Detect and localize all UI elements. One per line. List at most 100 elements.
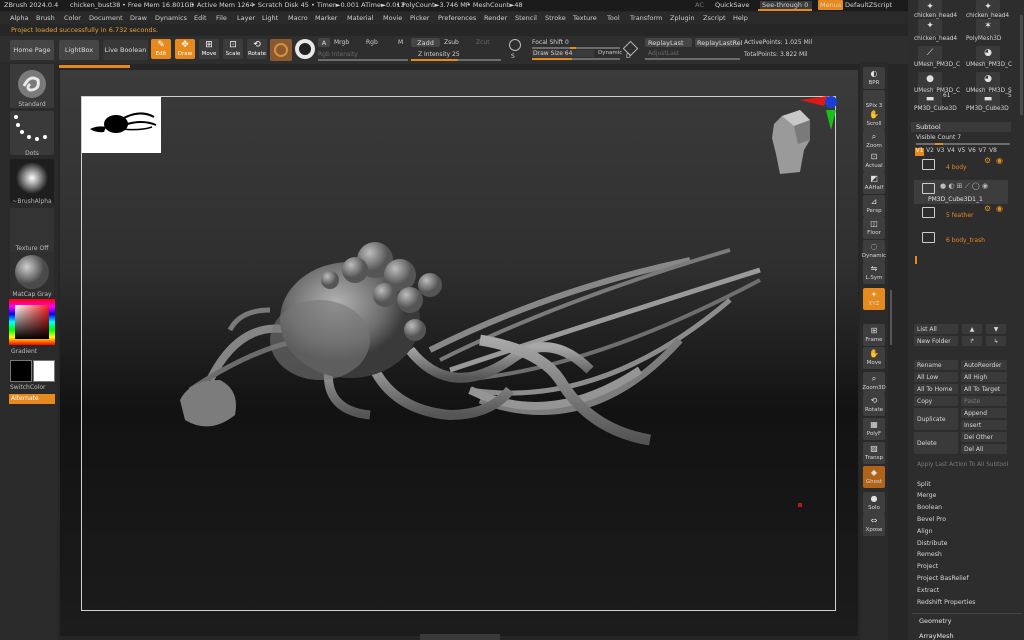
zoom-button[interactable]: ⌕ Zoom <box>863 130 885 152</box>
live-boolean-button[interactable]: Live Boolean <box>103 40 148 60</box>
eye-icon[interactable]: ◉ <box>996 204 1003 213</box>
subtool-controls-icon[interactable]: ● ◐ ⊞ ⟋ ◯ ◉ <box>940 182 988 191</box>
menu-render[interactable]: Render <box>484 14 507 22</box>
version-v4-button[interactable]: V4 <box>947 148 956 156</box>
copy-button[interactable]: Copy <box>914 396 958 406</box>
scale-button[interactable]: ⊡ Scale <box>223 39 243 59</box>
menu-document[interactable]: Document <box>89 14 123 22</box>
switchcolor-button[interactable]: SwitchColor <box>2 384 54 391</box>
section-align[interactable]: Align <box>914 526 1010 536</box>
zadd-button[interactable]: Zadd <box>411 38 440 47</box>
menus-button[interactable]: Menus <box>818 0 844 10</box>
right-shelf-scrollbar[interactable] <box>890 290 892 345</box>
aahalf-button[interactable]: ◩ AAHalf <box>863 172 885 194</box>
creature-model[interactable] <box>170 240 770 470</box>
zoom3d-button[interactable]: ⌕ Zoom3D <box>862 372 886 394</box>
rotate-button[interactable]: ⟲ Rotate <box>247 39 267 59</box>
subtool-item[interactable]: 6 body_trash <box>914 229 1008 247</box>
orientation-gizmo[interactable] <box>764 94 840 178</box>
palette-scrollbar[interactable] <box>1020 15 1023 115</box>
a-button[interactable]: A <box>318 38 330 47</box>
menu-draw[interactable]: Draw <box>130 14 147 22</box>
focal-shift-slider[interactable]: Focal Shift 0 <box>532 39 569 46</box>
floor-button[interactable]: ◫ Floor <box>863 217 885 239</box>
gear-icon[interactable]: ⚙ <box>984 156 991 165</box>
insert-button[interactable]: Insert <box>961 420 1007 430</box>
lightbox-button[interactable]: LightBox <box>59 40 99 60</box>
menu-stencil[interactable]: Stencil <box>515 14 537 22</box>
subtool-item[interactable]: 4 body ⚙ ◉ <box>914 156 1008 174</box>
rotate-button[interactable]: ⟲ Rotate <box>863 394 885 416</box>
draw-button[interactable]: ✥ Draw <box>175 39 195 59</box>
section-project[interactable]: Project <box>914 562 1010 572</box>
geometry-section[interactable]: Geometry <box>919 617 951 625</box>
menu-transform[interactable]: Transform <box>630 14 662 22</box>
new-folder-button[interactable]: New Folder <box>914 336 958 346</box>
del-other-button[interactable]: Del Other <box>961 432 1007 442</box>
menu-movie[interactable]: Movie <box>383 14 402 22</box>
arraymesh-section[interactable]: ArrayMesh <box>919 632 954 640</box>
xpose-button[interactable]: ⇔ Xpose <box>863 514 885 536</box>
stroke-selector[interactable] <box>10 111 54 155</box>
alternate-button[interactable]: Alternate <box>9 394 55 404</box>
section-bevel-pro[interactable]: Bevel Pro <box>914 514 1010 524</box>
material-selector[interactable] <box>10 252 54 296</box>
script-name[interactable]: DefaultZScript <box>845 1 892 9</box>
gear-icon[interactable]: ⚙ <box>984 204 991 213</box>
move-button[interactable]: ⊞ Move <box>199 39 219 59</box>
all-high-button[interactable]: All High <box>961 372 1007 382</box>
quicksave-button[interactable]: QuickSave <box>715 1 749 9</box>
version-v2-button[interactable]: V2 <box>926 148 935 156</box>
subtool-header[interactable]: Subtool <box>911 122 1011 132</box>
section-extract[interactable]: Extract <box>914 585 1010 595</box>
replay-last-rel-button[interactable]: ReplayLastRel <box>695 38 743 47</box>
list-all-button[interactable]: List All <box>914 324 958 334</box>
section-redshift-properties[interactable]: Redshift Properties <box>914 597 1010 607</box>
duplicate-button[interactable]: Duplicate <box>914 408 958 430</box>
gizmo-toggle[interactable] <box>295 39 315 59</box>
menu-material[interactable]: Material <box>347 14 373 22</box>
mrgb-button[interactable]: Mrgb <box>334 39 349 46</box>
rename-button[interactable]: Rename <box>914 360 958 370</box>
move-up-button[interactable]: ▲ <box>962 324 982 334</box>
append-button[interactable]: Append <box>961 408 1007 418</box>
menu-edit[interactable]: Edit <box>194 14 207 22</box>
transfer-down-button[interactable]: ↳ <box>986 336 1006 346</box>
eye-icon[interactable]: ◉ <box>996 156 1003 165</box>
menu-help[interactable]: Help <box>733 14 748 22</box>
rgb-intensity-slider[interactable]: Rgb Intensity <box>318 51 358 58</box>
paste-button[interactable]: Paste <box>961 396 1007 406</box>
solo-button[interactable]: ● Solo <box>863 492 885 514</box>
bottom-scroll-handle[interactable] <box>420 634 500 640</box>
rgb-intensity-track[interactable] <box>318 59 408 61</box>
subtool-item[interactable]: 5 feather ⚙ ◉ <box>914 204 1008 222</box>
section-project-basrelief[interactable]: Project BasRelief <box>914 573 1010 583</box>
version-v3-button[interactable]: V3 <box>936 148 945 156</box>
version-v7-button[interactable]: V7 <box>978 148 987 156</box>
subtool-item[interactable]: PM3D_Cube3D1_1 ● ◐ ⊞ ⟋ ◯ ◉ <box>914 180 1008 204</box>
material-swatch[interactable] <box>270 39 292 61</box>
menu-brush[interactable]: Brush <box>36 14 55 22</box>
tool-thumb[interactable]: ✶ <box>976 19 1000 36</box>
menu-texture[interactable]: Texture <box>573 14 597 22</box>
navigator-thumbnail[interactable] <box>82 97 161 153</box>
menu-marker[interactable]: Marker <box>315 14 337 22</box>
replay-last-button[interactable]: ReplayLast <box>645 38 692 47</box>
menu-dynamics[interactable]: Dynamics <box>155 14 187 22</box>
adjust-last-track[interactable] <box>645 58 740 60</box>
auto-reorder-button[interactable]: AutoReorder <box>961 360 1007 370</box>
del-all-button[interactable]: Del All <box>961 444 1007 454</box>
dynamic-button[interactable]: ◌ Dynamic <box>862 240 886 262</box>
delete-button[interactable]: Delete <box>914 432 958 454</box>
menu-preferences[interactable]: Preferences <box>438 14 476 22</box>
focal-shift-track[interactable] <box>532 47 620 49</box>
menu-picker[interactable]: Picker <box>410 14 429 22</box>
tool-thumb[interactable]: ⟋ <box>918 46 942 63</box>
tool-thumb[interactable]: ● <box>918 72 942 89</box>
version-v5-button[interactable]: V5 <box>957 148 966 156</box>
zsub-button[interactable]: Zsub <box>444 39 459 46</box>
zcut-button[interactable]: Zcut <box>476 39 490 46</box>
draw-size-slider[interactable]: Draw Size 64 <box>532 50 594 57</box>
edit-button[interactable]: ✎ Edit <box>151 39 171 59</box>
persp-button[interactable]: ⊿ Persp <box>863 195 885 217</box>
